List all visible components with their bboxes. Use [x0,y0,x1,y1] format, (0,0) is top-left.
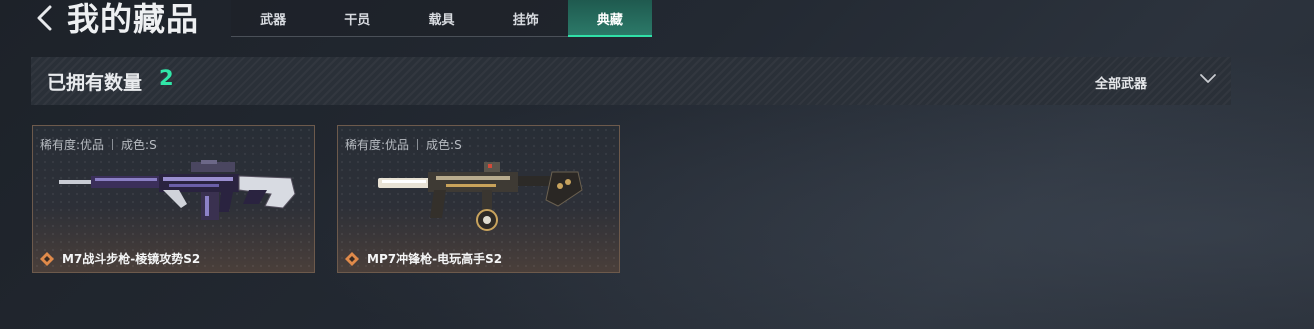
item-name-row: M7战斗步枪-棱镜攻势S2 [40,250,200,267]
page-title: 我的藏品 [67,0,200,38]
tab-operators[interactable]: 干员 [315,0,399,36]
tab-weapons[interactable]: 武器 [231,0,315,36]
tab-vehicles[interactable]: 载具 [399,0,483,36]
category-tabs: 武器 干员 载具 挂饰 典藏 [231,0,653,37]
weapon-filter-label: 全部武器 [1095,77,1148,92]
rifle-weapon-image [59,160,296,220]
meta-divider [112,139,114,150]
owned-count-label: 已拥有数量 [47,72,143,94]
collection-item-card[interactable]: 稀有度:优品 成色:S M7战斗步枪-棱镜攻势S2 [32,125,315,273]
weapon-filter-dropdown[interactable]: 全部武器 [1071,57,1231,105]
item-name: MP7冲锋枪-电玩高手S2 [367,252,503,266]
quality-diamond-icon [345,251,359,266]
quality-diamond-icon [40,251,54,266]
item-name-row: MP7冲锋枪-电玩高手S2 [345,250,502,267]
item-meta: 稀有度:优品 成色:S [40,136,157,153]
item-rarity: 稀有度:优品 [40,138,105,152]
tab-charms[interactable]: 挂饰 [484,0,568,36]
item-rarity: 稀有度:优品 [345,138,410,152]
item-condition: 成色:S [121,138,157,152]
smg-weapon-image [378,162,583,231]
collection-item-card[interactable]: 稀有度:优品 成色:S MP7冲锋枪-电玩高手S2 [337,125,620,273]
chevron-down-icon [1200,74,1216,83]
tab-collection[interactable]: 典藏 [567,0,653,37]
item-name: M7战斗步枪-棱镜攻势S2 [62,252,201,266]
item-condition: 成色:S [426,138,462,152]
meta-divider [417,139,419,150]
owned-count-value: 2 [159,66,174,90]
owned-count-bar: 已拥有数量 2 全部武器 [31,57,1231,105]
back-arrow-icon[interactable] [34,5,56,31]
item-meta: 稀有度:优品 成色:S [345,136,462,153]
